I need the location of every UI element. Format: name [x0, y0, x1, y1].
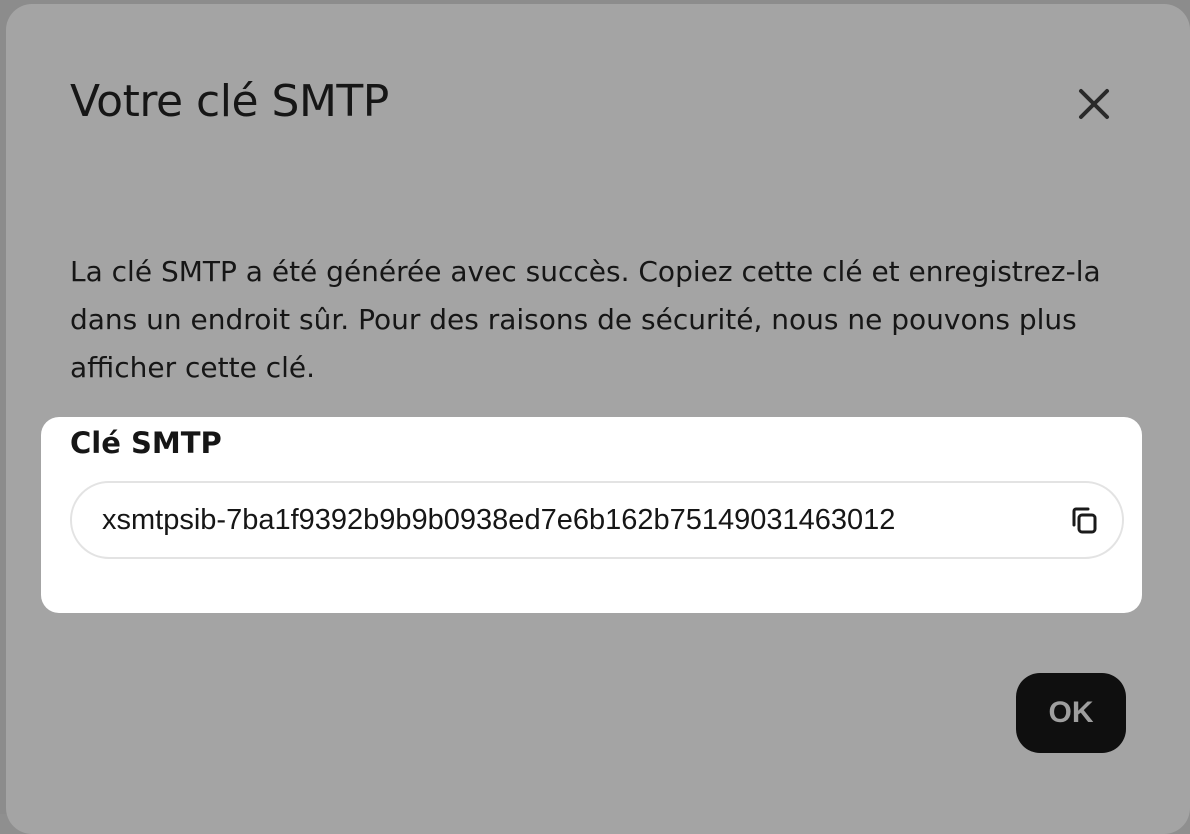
copy-key-button[interactable]: [1066, 503, 1102, 539]
smtp-key-card: Clé SMTP xsmtpsib-7ba1f9392b9b9b0938ed7e…: [41, 417, 1142, 613]
copy-icon: [1072, 507, 1097, 534]
dialog-title: Votre clé SMTP: [70, 76, 389, 127]
smtp-key-dialog: Votre clé SMTP La clé SMTP a été générée…: [6, 4, 1190, 834]
smtp-key-field[interactable]: xsmtpsib-7ba1f9392b9b9b0938ed7e6b162b751…: [70, 481, 1124, 559]
close-icon: [1079, 89, 1109, 119]
ok-button[interactable]: OK: [1016, 673, 1126, 753]
smtp-key-value[interactable]: xsmtpsib-7ba1f9392b9b9b0938ed7e6b162b751…: [102, 483, 1042, 557]
smtp-key-label: Clé SMTP: [70, 426, 222, 460]
close-button[interactable]: [1070, 80, 1118, 128]
dialog-description: La clé SMTP a été générée avec succès. C…: [70, 255, 1101, 384]
